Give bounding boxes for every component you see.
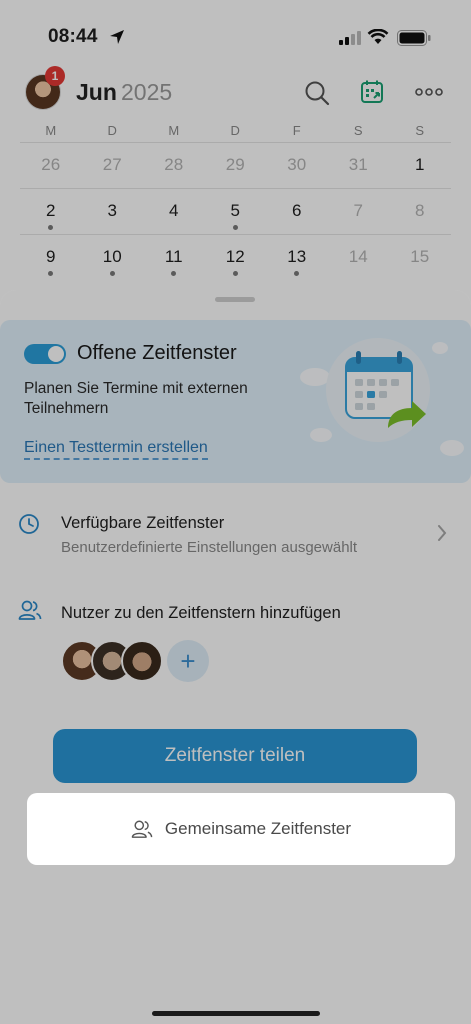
open-slots-title: Offene Zeitfenster: [77, 342, 237, 364]
toggle-knob: [48, 346, 64, 362]
share-slots-button[interactable]: Zeitfenster teilen: [53, 729, 417, 783]
add-users-title: Nutzer zu den Zeitfenstern hinzufügen: [61, 604, 341, 622]
available-slots-row[interactable]: Verfügbare Zeitfenster Benutzerdefiniert…: [0, 505, 471, 565]
open-slots-toggle[interactable]: [24, 344, 66, 364]
chevron-right-icon: [438, 525, 447, 541]
home-indicator[interactable]: [152, 1011, 320, 1016]
available-slots-subtitle: Benutzerdefinierte Einstellungen ausgewä…: [61, 539, 358, 556]
available-slots-title: Verfügbare Zeitfenster: [61, 514, 225, 532]
sheet-grabber[interactable]: [215, 297, 255, 302]
clock-icon: [19, 514, 39, 534]
users-icon: [131, 820, 153, 838]
share-slots-sheet: Offene Zeitfenster Planen Sie Termine mi…: [0, 290, 471, 1024]
open-slots-card: Offene Zeitfenster Planen Sie Termine mi…: [0, 320, 471, 483]
calendar-share-illustration-icon: [326, 338, 430, 442]
open-slots-description: Planen Sie Termine mit externen Teilnehm…: [24, 380, 248, 417]
shared-slots-label: Gemeinsame Zeitfenster: [164, 819, 352, 838]
create-test-event-link[interactable]: Einen Testtermin erstellen: [24, 439, 208, 460]
cloud-decoration: [440, 440, 464, 456]
shared-slots-button[interactable]: Gemeinsame Zeitfenster: [27, 793, 455, 865]
users-icon: [18, 600, 42, 620]
participant-avatar[interactable]: [121, 640, 163, 682]
add-users-row: Nutzer zu den Zeitfenstern hinzufügen: [0, 595, 471, 625]
add-participant-button[interactable]: +: [167, 640, 209, 682]
